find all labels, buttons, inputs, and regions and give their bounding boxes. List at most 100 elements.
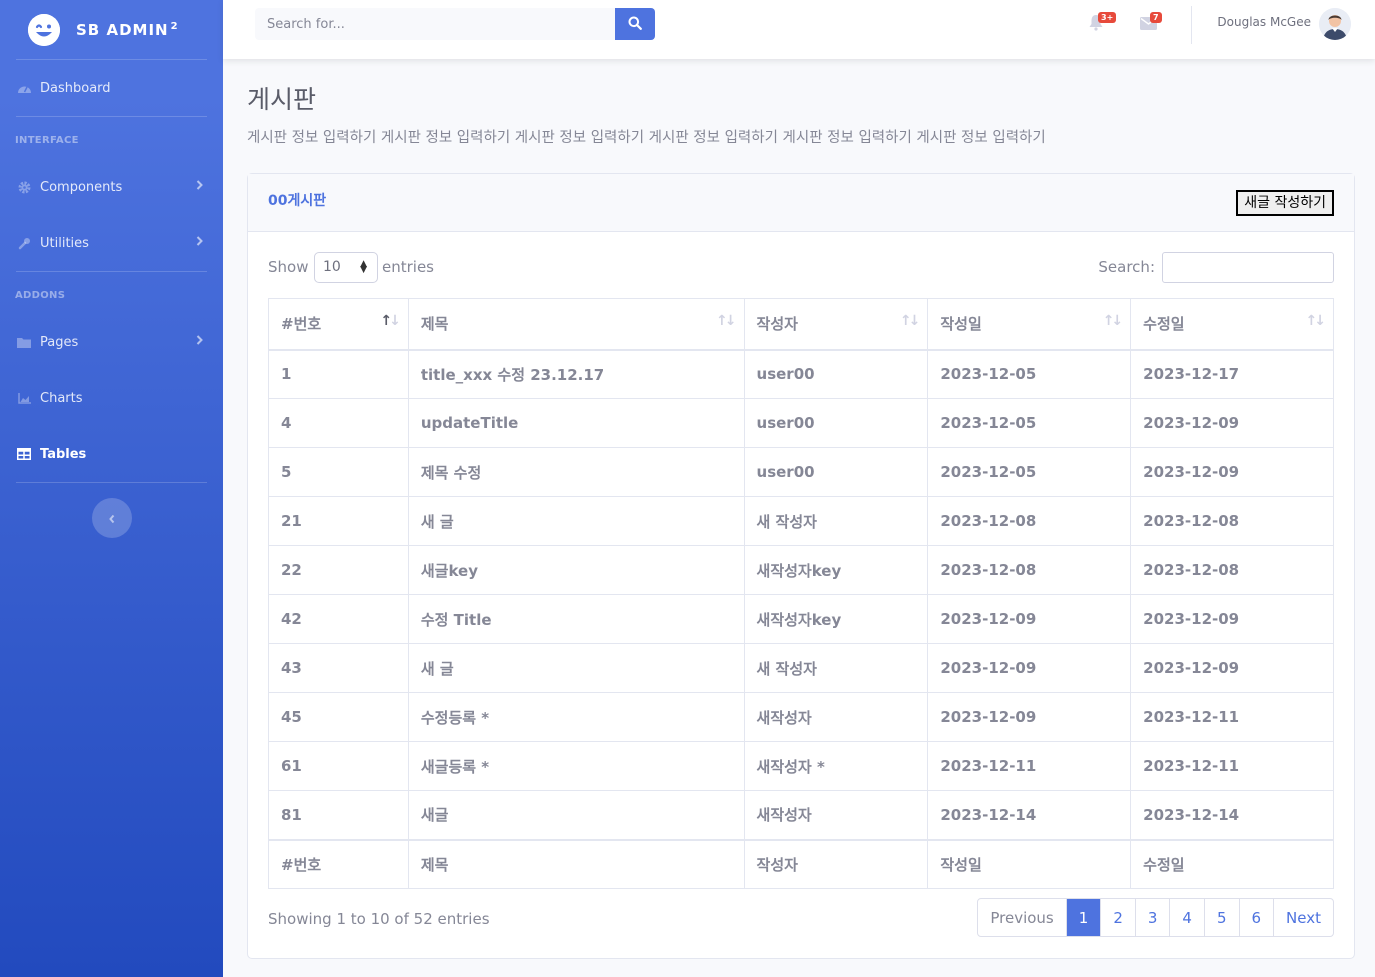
pagination-next[interactable]: Next (1273, 899, 1333, 936)
table-footer-row: #번호 제목 작성자 작성일 수정일 (268, 838, 1334, 889)
cell-author: 새 작성자 (743, 496, 929, 546)
show-label: Show (268, 258, 309, 276)
cell-number: 5 (268, 447, 409, 497)
entries-select[interactable]: 10 ▲ ▼ (314, 252, 378, 283)
column-header-number[interactable]: #번호 ↑↓ (268, 298, 409, 351)
page-description: 게시판 정보 입력하기 게시판 정보 입력하기 게시판 정보 입력하기 게시판 … (247, 130, 1046, 146)
cell-title: 수정등록 * (407, 692, 745, 742)
sidebar-item-label: Charts (40, 390, 83, 406)
cell-number: 45 (268, 692, 409, 742)
table-row[interactable]: 61 새글등록 * 새작성자 * 2023-12-11 2023-12-11 (268, 741, 1334, 791)
column-header-created[interactable]: 작성일 ↑↓ (927, 298, 1132, 351)
cell-modified: 2023-12-14 (1130, 790, 1334, 840)
column-header-modified[interactable]: 수정일 ↑↓ (1130, 298, 1334, 351)
table-row[interactable]: 5 제목 수정 user00 2023-12-05 2023-12-09 (268, 447, 1334, 497)
column-header-author[interactable]: 작성자 ↑↓ (743, 298, 929, 351)
sidebar-item-label: Pages (40, 334, 79, 350)
table-row[interactable]: 81 새글 새작성자 2023-12-14 2023-12-14 (268, 790, 1334, 840)
select-arrows-icon: ▲ ▼ (360, 259, 367, 275)
card-header: 00게시판 새글 작성하기 (248, 174, 1354, 232)
pagination-page-3[interactable]: 3 (1134, 899, 1170, 936)
search-input[interactable] (255, 8, 615, 40)
alerts-dropdown[interactable]: 3+ (1088, 12, 1117, 34)
user-name[interactable]: Douglas McGee (1217, 15, 1311, 29)
cell-created: 2023-12-05 (927, 398, 1132, 448)
user-avatar[interactable] (1319, 8, 1351, 40)
cell-author: user00 (743, 447, 929, 497)
sidebar-item-utilities[interactable]: Utilities (0, 215, 223, 271)
table-row[interactable]: 21 새 글새 작성자 2023-12-08 2023-12-08 (268, 496, 1334, 546)
chevron-left-icon (108, 509, 116, 528)
pagination-page-6[interactable]: 6 (1238, 899, 1274, 936)
page-title: 게시판 (247, 85, 317, 114)
column-header-title[interactable]: 제목 ↑↓ (407, 298, 745, 351)
topbar-search (255, 8, 655, 40)
table-row[interactable]: 4 updateTitle user00 2023-12-05 2023-12-09 (268, 398, 1334, 448)
table-icon (16, 447, 32, 461)
cell-number: 61 (268, 741, 409, 791)
cell-number: 1 (268, 349, 409, 399)
entries-label: entries (382, 258, 434, 276)
footer-author: 작성자 (743, 838, 929, 889)
messages-badge: 7 (1150, 12, 1162, 23)
pagination-page-1[interactable]: 1 (1065, 899, 1101, 936)
chevron-right-icon (196, 180, 203, 195)
cell-number: 42 (268, 594, 409, 644)
sidebar: SB ADMIN 2 Dashboard INTERFACE Components… (0, 0, 223, 977)
table-row[interactable]: 22 새글key 새작성자key 2023-12-08 2023-12-08 (268, 545, 1334, 595)
footer-number: #번호 (268, 838, 409, 889)
cell-created: 2023-12-11 (927, 741, 1132, 791)
pagination-page-4[interactable]: 4 (1169, 899, 1204, 936)
cell-title: 새 글 (407, 643, 745, 693)
sidebar-item-label: Dashboard (40, 80, 111, 96)
cell-modified: 2023-12-08 (1130, 496, 1334, 546)
cell-modified: 2023-12-11 (1130, 741, 1334, 791)
chevron-right-icon (196, 236, 203, 251)
sidebar-item-tables[interactable]: Tables (0, 426, 223, 482)
sort-icon: ↑↓ (1305, 313, 1327, 329)
new-post-button[interactable]: 새글 작성하기 (1236, 190, 1334, 216)
cell-modified: 2023-12-09 (1130, 447, 1334, 497)
cell-number: 4 (268, 398, 409, 448)
sidebar-item-label: Utilities (40, 235, 89, 251)
sidebar-item-components[interactable]: Components (0, 159, 223, 215)
alerts-badge: 3+ (1098, 12, 1117, 23)
cell-author: 새작성자 (743, 790, 929, 840)
table-body: 1 title_xxx 수정 23.12.17 user00 2023-12-05 20… (268, 349, 1334, 840)
pagination-page-2[interactable]: 2 (1100, 899, 1135, 936)
footer-title: 제목 (407, 838, 745, 889)
cell-title: 제목 수정 (407, 447, 745, 497)
brand-title: SB ADMIN 2 (76, 20, 179, 39)
cell-author: 새작성자 (743, 692, 929, 742)
search-button[interactable] (615, 8, 655, 40)
cell-title: 새글key (407, 545, 745, 595)
cell-created: 2023-12-08 (927, 496, 1132, 546)
search-icon (628, 16, 642, 33)
cell-created: 2023-12-14 (927, 790, 1132, 840)
table-row[interactable]: 42 수정 Title 새작성자key 2023-12-09 2023-12-09 (268, 594, 1334, 644)
sidebar-item-dashboard[interactable]: Dashboard (0, 60, 223, 116)
tachometer-icon (16, 81, 32, 95)
footer-modified: 수정일 (1130, 838, 1334, 889)
table-search-input[interactable] (1162, 252, 1334, 283)
table-controls: Show 10 ▲ ▼ entries Search: (268, 252, 1334, 284)
cell-modified: 2023-12-11 (1130, 692, 1334, 742)
sidebar-toggle-button[interactable] (91, 498, 132, 538)
cell-created: 2023-12-09 (927, 594, 1132, 644)
pagination-previous[interactable]: Previous (978, 899, 1065, 936)
table-row[interactable]: 1 title_xxx 수정 23.12.17 user00 2023-12-05 20… (268, 349, 1334, 399)
pagination-page-5[interactable]: 5 (1203, 899, 1239, 936)
sidebar-item-label: Tables (40, 446, 87, 462)
table-row[interactable]: 45 수정등록 * 새작성자 2023-12-09 2023-12-11 (268, 692, 1334, 742)
messages-dropdown[interactable]: 7 (1140, 12, 1162, 34)
sidebar-item-pages[interactable]: Pages (0, 314, 223, 370)
chart-area-icon (16, 391, 32, 405)
folder-icon (16, 335, 32, 349)
wrench-icon (16, 236, 32, 250)
sort-icon: ↑↓ (899, 313, 921, 329)
sidebar-item-charts[interactable]: Charts (0, 370, 223, 426)
sidebar-brand[interactable]: SB ADMIN 2 (0, 0, 223, 59)
table-row[interactable]: 43 새 글새 작성자 2023-12-09 2023-12-09 (268, 643, 1334, 693)
cell-created: 2023-12-09 (927, 692, 1132, 742)
cell-author: user00 (743, 398, 929, 448)
